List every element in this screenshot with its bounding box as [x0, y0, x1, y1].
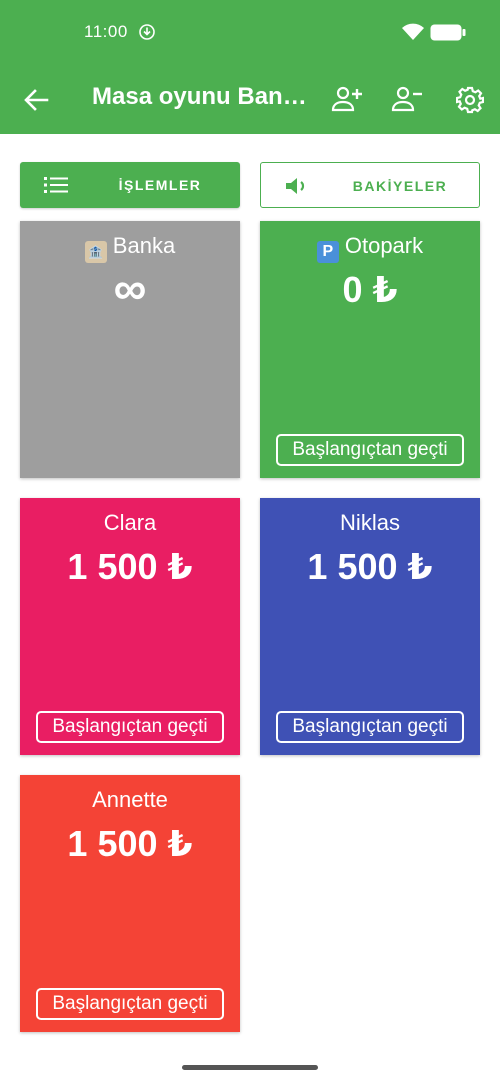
parking-emoji-icon: P — [316, 241, 339, 263]
page-title: Masa oyunu Ban… — [92, 83, 307, 110]
transactions-button[interactable]: İŞLEMLER — [20, 162, 240, 208]
gesture-nav-handle[interactable] — [182, 1065, 318, 1070]
wifi-icon — [402, 23, 424, 40]
passed-start-button[interactable]: Başlangıçtan geçti — [276, 434, 464, 466]
card-balance: 0 ₺ — [342, 269, 398, 310]
bank-emoji-icon: 🏦 — [84, 241, 107, 263]
player-card-clara[interactable]: Clara 1 500 ₺ Başlangıçtan geçti — [20, 498, 240, 755]
card-name: 🏦 Banka — [20, 233, 240, 263]
passed-start-button[interactable]: Başlangıçtan geçti — [276, 711, 464, 743]
card-balance: 1 500 ₺ — [307, 546, 433, 587]
speaker-icon — [286, 178, 305, 194]
card-name: Clara — [103, 510, 157, 535]
card-name: Annette — [92, 787, 168, 812]
balances-button[interactable]: BAKİYELER — [260, 162, 480, 208]
list-icon — [44, 177, 68, 193]
status-time: 11:00 — [84, 22, 128, 41]
account-card-bank[interactable]: 🏦 Banka ∞ — [20, 221, 240, 478]
back-arrow-icon[interactable] — [22, 86, 50, 114]
player-card-niklas[interactable]: Niklas 1 500 ₺ Başlangıçtan geçti — [260, 498, 480, 755]
account-card-parking[interactable]: P Otopark 0 ₺ Başlangıçtan geçti — [260, 221, 480, 478]
player-card-annette[interactable]: Annette 1 500 ₺ Başlangıçtan geçti — [20, 775, 240, 1032]
download-status-icon — [139, 24, 155, 40]
card-balance: ∞ — [113, 262, 147, 314]
card-name: Niklas — [340, 510, 400, 535]
battery-icon — [430, 24, 466, 41]
card-balance: 1 500 ₺ — [67, 823, 193, 864]
app-bar: 11:00 Masa oyunu Ban… — [0, 0, 500, 134]
passed-start-button[interactable]: Başlangıçtan geçti — [36, 988, 224, 1020]
passed-start-button[interactable]: Başlangıçtan geçti — [36, 711, 224, 743]
transactions-label: İŞLEMLER — [118, 177, 202, 193]
remove-player-icon[interactable] — [391, 85, 423, 113]
card-balance: 1 500 ₺ — [67, 546, 193, 587]
settings-gear-icon[interactable] — [456, 86, 484, 114]
card-name: P Otopark — [260, 233, 480, 263]
balances-label: BAKİYELER — [352, 178, 448, 194]
add-player-icon[interactable] — [331, 85, 363, 113]
